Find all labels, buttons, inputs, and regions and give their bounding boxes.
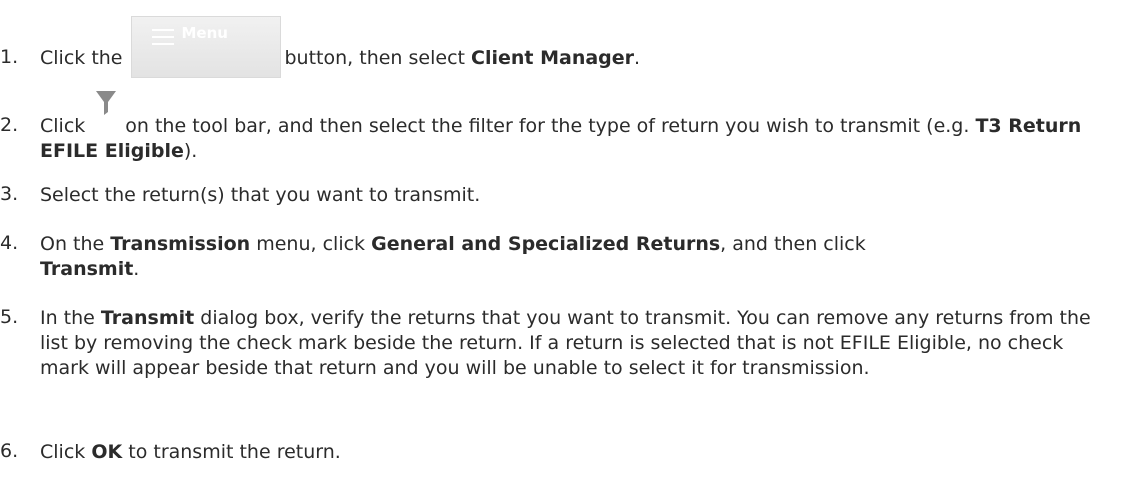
hamburger-icon [151,29,174,50]
bold-term-client-manager: Client Manager [471,47,635,69]
step-text: In the Transmit dialog box, verify the r… [40,306,1110,381]
bold-term-general-specialized: General and Specialized Returns [371,233,721,255]
filter-funnel-icon [93,88,119,118]
step-number: 5. [0,306,19,328]
step-text: Click OK to transmit the return. [40,440,1110,465]
step-number: 6. [0,440,19,462]
step-text: Select the return(s) that you want to tr… [40,184,481,206]
step-text-pre: Click [40,115,86,137]
step-text-post: . [634,47,641,69]
step-number: 2. [0,114,19,136]
step-text-mid: button, then select [284,47,465,69]
step-text: Click the Menu button, then select Client … [40,16,1110,78]
step-text: On the Transmission menu, click General … [40,232,1110,282]
bold-term-transmission: Transmission [110,233,251,255]
step-text-mid2: , and then click [720,233,866,255]
step-text-post: ). [183,140,198,162]
step-number: 4. [0,232,19,254]
step-text-post: . [133,258,140,280]
menu-button-image: Menu [130,16,281,78]
step-text-mid: on the tool bar, and then select the fil… [125,115,970,137]
step-text-mid: menu, click [256,233,366,255]
step-text: Click on the tool bar, and then select th… [40,91,1110,164]
bold-term-ok: OK [91,441,123,463]
bold-term-transmit-dialog: Transmit [100,307,195,329]
step-text-post: to transmit the return. [128,441,341,463]
bold-term-transmit: Transmit [40,258,134,280]
step-number: 1. [0,46,19,68]
menu-button-label: Menu [181,24,228,42]
step-text-post: dialog box, verify the returns that you … [40,307,1091,379]
step-text-pre: On the [40,233,105,255]
step-text-pre: Click [40,441,86,463]
step-text-pre: In the [40,307,95,329]
step-text-pre: Click the [40,47,123,69]
step-number: 3. [0,183,19,205]
